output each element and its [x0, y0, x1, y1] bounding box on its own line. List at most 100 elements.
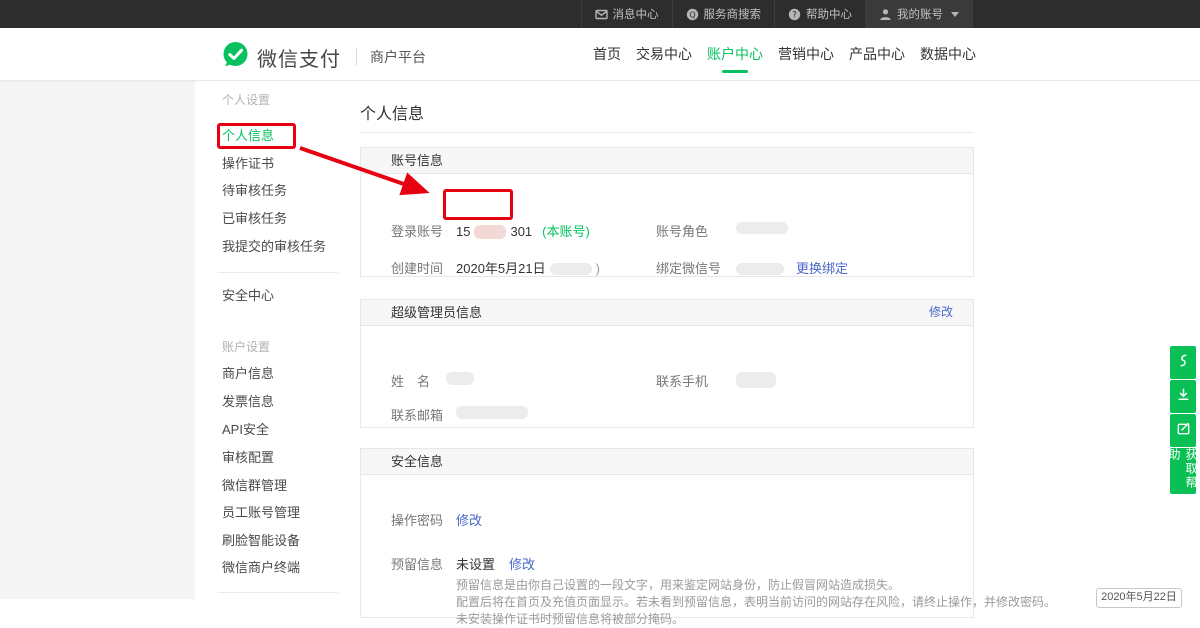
sidebar: 个人设置 个人信息 操作证书 待审核任务 已审核任务 我提交的审核任务 安全中心…: [195, 81, 345, 599]
redacted-name: [446, 372, 474, 385]
search-icon: Q: [686, 8, 699, 21]
sidebar-item-pending-review-tasks[interactable]: 待审核任务: [222, 183, 287, 199]
get-help-button[interactable]: 获取帮助: [1170, 448, 1196, 494]
reserved-info-label: 预留信息: [391, 555, 443, 575]
service-button[interactable]: [1170, 346, 1196, 379]
contact-phone-label: 联系手机: [656, 372, 708, 392]
password-edit-link[interactable]: 修改: [456, 511, 482, 531]
chevron-down-icon: [951, 12, 959, 17]
reserved-edit-link[interactable]: 修改: [509, 555, 535, 575]
nav-item-data-center[interactable]: 数据中心: [920, 28, 976, 80]
created-paren: ): [596, 259, 600, 279]
login-account-value: 15301 (本账号): [456, 222, 590, 242]
redacted-wechat-id: [736, 263, 784, 275]
main-nav: 首页 交易中心 账户中心 营销中心 产品中心 数据中心: [593, 28, 976, 80]
brand-platform-label: 商户平台: [370, 47, 426, 67]
help-icon: ?: [788, 8, 801, 21]
title-divider: [360, 132, 974, 133]
topbar-item-messages[interactable]: 消息中心: [581, 0, 672, 28]
user-icon: [879, 8, 892, 21]
card-title: 账号信息: [391, 153, 443, 168]
svg-text:Q: Q: [689, 10, 695, 19]
contact-email-label: 联系邮箱: [391, 406, 443, 426]
nav-item-transactions[interactable]: 交易中心: [636, 28, 692, 80]
floating-help-rail: 获取帮助: [1170, 346, 1196, 494]
topbar-item-label: 消息中心: [613, 6, 659, 22]
redacted-created-detail: [550, 263, 592, 275]
reserved-info-value: 未设置 修改: [456, 555, 535, 575]
operation-password-row: 操作密码 修改: [361, 511, 973, 531]
wechat-pay-logo-icon: [222, 41, 249, 73]
nav-item-marketing[interactable]: 营销中心: [778, 28, 834, 80]
bound-wechat-value: 更换绑定: [736, 259, 848, 279]
sidebar-item-operation-certificate[interactable]: 操作证书: [222, 156, 274, 172]
sidebar-item-wechat-group-mgmt[interactable]: 微信群管理: [222, 478, 287, 494]
feedback-button[interactable]: [1170, 414, 1196, 447]
sidebar-item-api-security[interactable]: API安全: [222, 422, 269, 438]
sidebar-item-security-center[interactable]: 安全中心: [222, 288, 274, 304]
admin-email-row: 联系邮箱: [361, 406, 973, 426]
topbar-item-help[interactable]: ? 帮助中心: [774, 0, 865, 28]
topbar-item-provider-search[interactable]: Q 服务商搜索: [672, 0, 775, 28]
account-info-card: 账号信息 登录账号 15301 (本账号) 账号角色 创建时间 2020年5月2…: [360, 147, 974, 277]
sidebar-item-invoice-info[interactable]: 发票信息: [222, 394, 274, 410]
brand-name: 微信支付: [257, 43, 341, 72]
header: 微信支付 商户平台 首页 交易中心 账户中心 营销中心 产品中心 数据中心: [0, 28, 1200, 81]
reserved-info-description: 预留信息是由你自己设置的一段文字，用来鉴定网站身份，防止假冒网站造成损失。 配置…: [456, 577, 1056, 628]
nav-item-products[interactable]: 产品中心: [849, 28, 905, 80]
download-icon: [1176, 387, 1191, 407]
sidebar-item-face-devices[interactable]: 刷脸智能设备: [222, 533, 300, 549]
login-account-label: 登录账号: [391, 222, 443, 242]
sidebar-item-my-submitted-tasks[interactable]: 我提交的审核任务: [222, 239, 326, 255]
admin-edit-link[interactable]: 修改: [929, 300, 953, 325]
download-button[interactable]: [1170, 380, 1196, 413]
login-account-row: 登录账号 15301 (本账号) 账号角色: [361, 222, 973, 242]
operation-password-label: 操作密码: [391, 511, 443, 531]
left-gutter: [0, 81, 195, 599]
login-suffix: 301: [510, 222, 532, 242]
topbar-item-label: 我的账号: [897, 6, 943, 22]
sidebar-section-personal-settings: 个人设置: [222, 92, 270, 108]
created-time-value: 2020年5月21日): [456, 259, 600, 279]
sidebar-section-account-settings: 账户设置: [222, 339, 270, 355]
nav-item-account-center[interactable]: 账户中心: [707, 28, 763, 80]
card-title: 超级管理员信息: [391, 305, 482, 320]
redacted-email: [456, 406, 528, 419]
created-time-label: 创建时间: [391, 259, 443, 279]
sidebar-item-reviewed-tasks[interactable]: 已审核任务: [222, 211, 287, 227]
name-label: 姓 名: [391, 372, 430, 392]
security-info-card-header: 安全信息: [361, 449, 973, 475]
brand-logo[interactable]: 微信支付 商户平台: [222, 41, 426, 73]
description-line: 未安装操作证书时预留信息将被部分掩码。: [456, 611, 1056, 628]
sidebar-item-merchant-info[interactable]: 商户信息: [222, 366, 274, 382]
name-value: [446, 372, 474, 385]
security-info-card: 安全信息 操作密码 修改 预留信息 未设置 修改 预留信息是由你自己设置的一段文…: [360, 448, 974, 618]
account-role-label: 账号角色: [656, 222, 708, 242]
mail-icon: [595, 8, 608, 21]
sidebar-item-merchant-terminal[interactable]: 微信商户终端: [222, 560, 300, 576]
redacted-login-middle: [474, 225, 506, 239]
page-title: 个人信息: [360, 100, 424, 124]
sidebar-item-review-config[interactable]: 审核配置: [222, 450, 274, 466]
card-title: 安全信息: [391, 454, 443, 469]
sidebar-item-personal-info[interactable]: 个人信息: [222, 128, 274, 144]
page-canvas: 消息中心 Q 服务商搜索 ? 帮助中心 我的账号: [0, 0, 1200, 599]
sidebar-divider: [218, 272, 338, 273]
admin-name-row: 姓 名 联系手机: [361, 372, 973, 392]
sidebar-item-staff-account-mgmt[interactable]: 员工账号管理: [222, 505, 300, 521]
description-line: 配置后将在首页及充值页面显示。若未看到预留信息，表明当前访问的网站存在风险，请终…: [456, 594, 1056, 611]
topbar-items: 消息中心 Q 服务商搜索 ? 帮助中心 我的账号: [581, 0, 974, 28]
rebind-link[interactable]: 更换绑定: [796, 259, 848, 279]
topbar: 消息中心 Q 服务商搜索 ? 帮助中心 我的账号: [0, 0, 1200, 28]
nav-item-label: 账户中心: [707, 46, 763, 62]
login-prefix: 15: [456, 222, 470, 242]
reserved-info-row: 预留信息 未设置 修改: [361, 555, 973, 575]
created-time-row: 创建时间 2020年5月21日) 绑定微信号 更换绑定: [361, 259, 973, 279]
nav-item-home[interactable]: 首页: [593, 28, 621, 80]
topbar-item-label: 帮助中心: [806, 6, 852, 22]
topbar-item-label: 服务商搜索: [704, 6, 762, 22]
topbar-item-my-account[interactable]: 我的账号: [865, 0, 973, 28]
redacted-account-role: [736, 222, 788, 234]
sidebar-divider: [218, 592, 338, 593]
reserved-status: 未设置: [456, 555, 495, 575]
